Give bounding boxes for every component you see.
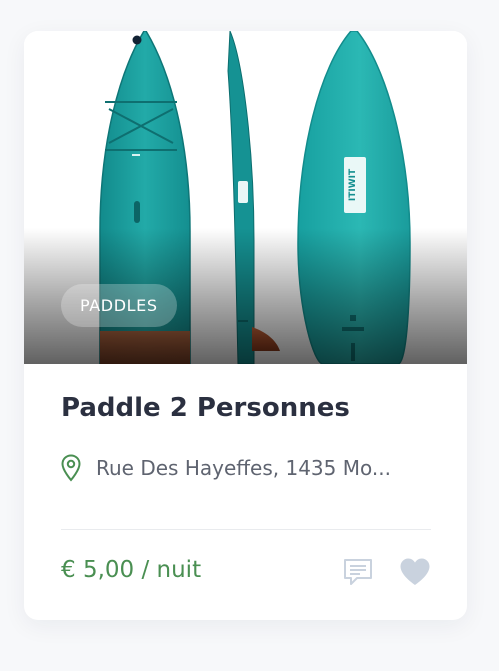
board-side-view	[227, 31, 280, 364]
location-pin-icon	[61, 454, 81, 482]
listing-image[interactable]: ITIWIT PADDLES	[24, 31, 467, 364]
listing-title[interactable]: Paddle 2 Personnes	[61, 393, 350, 423]
board-bottom-view: ITIWIT	[297, 31, 411, 364]
location-address: Rue Des Hayeffes, 1435 Mo...	[96, 456, 391, 480]
listing-location: Rue Des Hayeffes, 1435 Mo...	[61, 454, 451, 482]
listing-price: € 5,00 / nuit	[61, 557, 202, 583]
comment-icon	[344, 559, 372, 585]
comment-button[interactable]	[343, 557, 373, 591]
brand-mark: ITIWIT	[348, 168, 358, 201]
listing-card[interactable]: ITIWIT PADDLES Paddle 2 Personnes Rue De…	[24, 31, 467, 620]
heart-icon	[400, 558, 430, 585]
card-actions	[343, 557, 431, 591]
favorite-button[interactable]	[399, 557, 431, 591]
divider	[61, 529, 431, 530]
category-badge[interactable]: PADDLES	[61, 284, 177, 327]
